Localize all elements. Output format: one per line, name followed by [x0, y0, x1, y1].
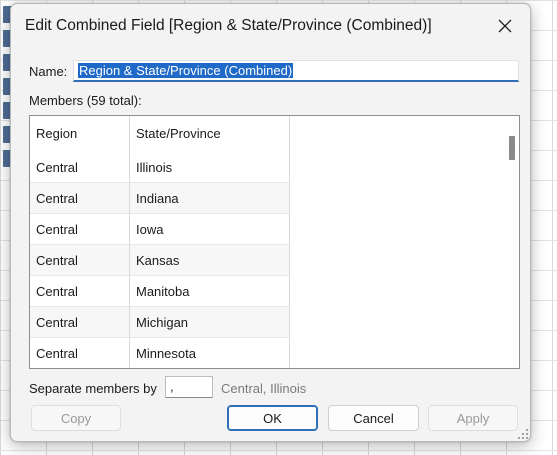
region-cell: Central	[30, 152, 130, 183]
close-icon	[498, 19, 512, 33]
separator-label: Separate members by	[29, 381, 157, 396]
table-row[interactable]: Central Minnesota	[30, 338, 290, 368]
table-row[interactable]: Central Iowa	[30, 214, 290, 245]
members-label: Members (59 total):	[29, 93, 142, 108]
state-cell: Michigan	[130, 307, 290, 338]
vertical-scrollbar[interactable]	[509, 136, 515, 160]
state-cell: Manitoba	[130, 276, 290, 307]
close-button[interactable]	[486, 8, 524, 44]
name-input[interactable]: Region & State/Province (Combined)	[73, 60, 519, 82]
separator-example: Central, Illinois	[221, 381, 307, 396]
state-cell: Illinois	[130, 152, 290, 183]
state-cell: Minnesota	[130, 338, 290, 368]
separator-input[interactable]: ,	[165, 376, 213, 398]
members-grid[interactable]: Region State/Province Central Illinois C…	[29, 115, 520, 369]
region-cell: Central	[30, 338, 130, 368]
region-cell: Central	[30, 183, 130, 214]
copy-button[interactable]: Copy	[31, 405, 121, 431]
region-cell: Central	[30, 245, 130, 276]
name-label: Name:	[29, 64, 68, 79]
region-cell: Central	[30, 214, 130, 245]
table-row[interactable]: Central Indiana	[30, 183, 290, 214]
table-row[interactable]: Central Illinois	[30, 152, 290, 183]
ok-button[interactable]: OK	[227, 405, 318, 431]
state-cell: Iowa	[130, 214, 290, 245]
state-cell: Indiana	[130, 183, 290, 214]
background-strip	[540, 0, 557, 455]
dialog-title: Edit Combined Field [Region & State/Prov…	[25, 17, 432, 34]
edit-combined-field-dialog: Edit Combined Field [Region & State/Prov…	[10, 3, 531, 442]
region-cell: Central	[30, 307, 130, 338]
table-row[interactable]: Central Kansas	[30, 245, 290, 276]
region-cell: Central	[30, 276, 130, 307]
dialog-titlebar[interactable]: Edit Combined Field [Region & State/Prov…	[11, 4, 530, 48]
table-row[interactable]: Central Michigan	[30, 307, 290, 338]
apply-button[interactable]: Apply	[428, 405, 518, 431]
state-cell: Kansas	[130, 245, 290, 276]
name-input-value: Region & State/Province (Combined)	[78, 63, 294, 78]
cancel-button[interactable]: Cancel	[328, 405, 419, 431]
column-header-state-province[interactable]: State/Province	[130, 116, 290, 152]
column-header-region[interactable]: Region	[30, 116, 130, 152]
table-row[interactable]: Central Manitoba	[30, 276, 290, 307]
resize-grip-icon[interactable]	[518, 429, 528, 439]
grid-header-row: Region State/Province	[30, 116, 290, 152]
